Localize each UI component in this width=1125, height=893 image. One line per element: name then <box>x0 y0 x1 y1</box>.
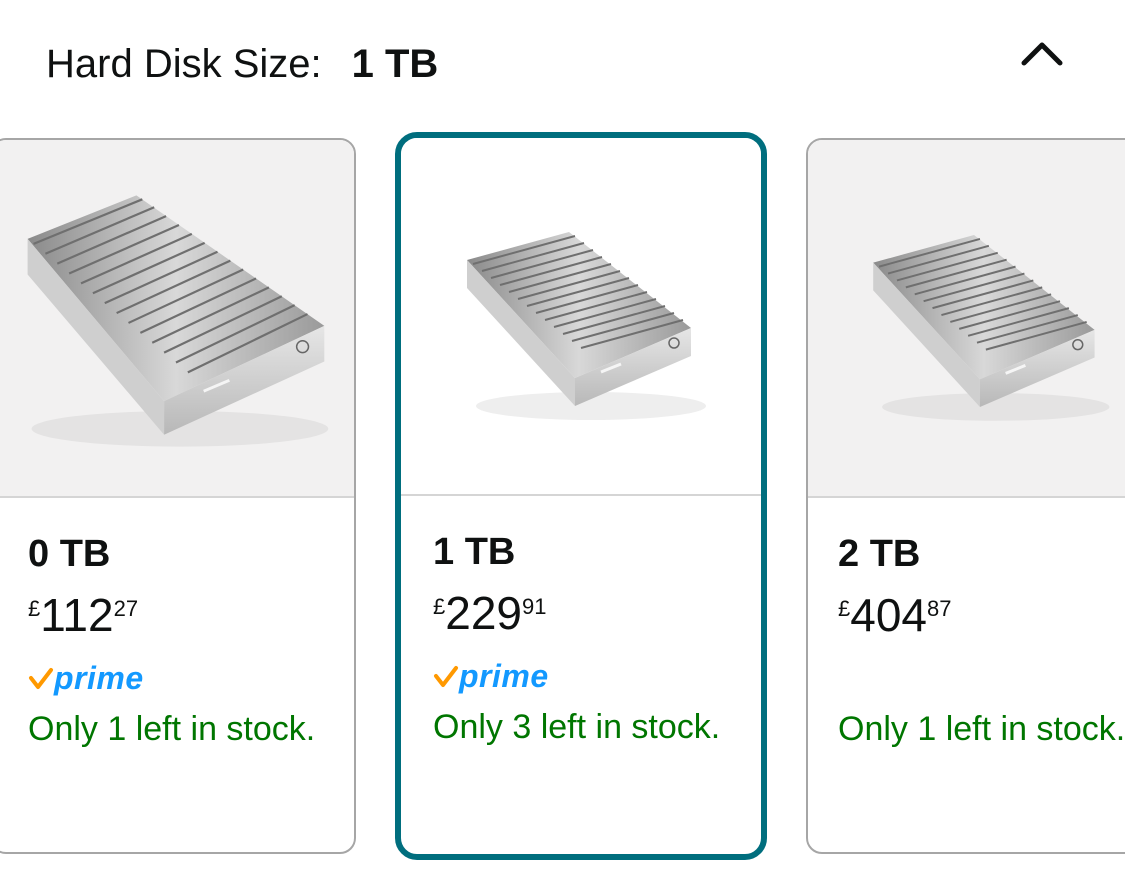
price-fraction: 91 <box>522 594 547 619</box>
option-size: 2 TB <box>838 533 921 575</box>
price-currency: £ <box>28 596 41 621</box>
hard-drive-image <box>873 234 1110 421</box>
chevron-up-icon <box>1021 42 1063 66</box>
price-whole: 112 <box>40 589 114 641</box>
check-icon <box>29 668 53 689</box>
stock-status: Only 1 left in stock. <box>838 710 1125 748</box>
option-label: Hard Disk Size: <box>46 41 322 86</box>
size-option-card-0tb[interactable]: 0 TB £ 112 27 prime Only 1 left in stock… <box>0 138 356 854</box>
price-whole: 404 <box>850 589 927 641</box>
option-price: £ 112 27 <box>28 590 344 646</box>
prime-badge: prime <box>28 658 344 698</box>
price-whole: 229 <box>445 587 522 639</box>
prime-label: prime <box>459 657 549 694</box>
price-fraction: 87 <box>927 596 952 621</box>
product-image-area <box>0 140 354 498</box>
prime-placeholder <box>838 658 1125 698</box>
option-size: 0 TB <box>28 533 111 575</box>
size-option-card-2tb[interactable]: 2 TB £ 404 87 Only 1 left in stock. <box>806 138 1125 854</box>
price-currency: £ <box>838 596 851 621</box>
size-option-card-1tb[interactable]: 1 TB £ 229 91 prime Only 3 left in stock… <box>395 132 767 860</box>
hard-drive-image <box>27 195 329 447</box>
collapse-button[interactable] <box>1012 28 1072 78</box>
option-price: £ 229 91 <box>433 588 751 644</box>
prime-badge: prime <box>433 656 751 696</box>
option-header: Hard Disk Size: 1 TB <box>46 36 438 92</box>
stock-status: Only 3 left in stock. <box>433 708 721 746</box>
price-fraction: 27 <box>113 596 139 621</box>
check-icon <box>434 666 458 687</box>
hard-drive-image <box>467 232 706 420</box>
selected-option-value: 1 TB <box>351 41 439 86</box>
option-size: 1 TB <box>433 531 516 573</box>
product-image-area <box>808 140 1125 498</box>
option-price: £ 404 87 <box>838 590 1125 646</box>
price-currency: £ <box>433 594 446 619</box>
product-image-area <box>401 138 761 496</box>
stock-status: Only 1 left in stock. <box>28 710 316 748</box>
prime-label: prime <box>54 659 144 696</box>
